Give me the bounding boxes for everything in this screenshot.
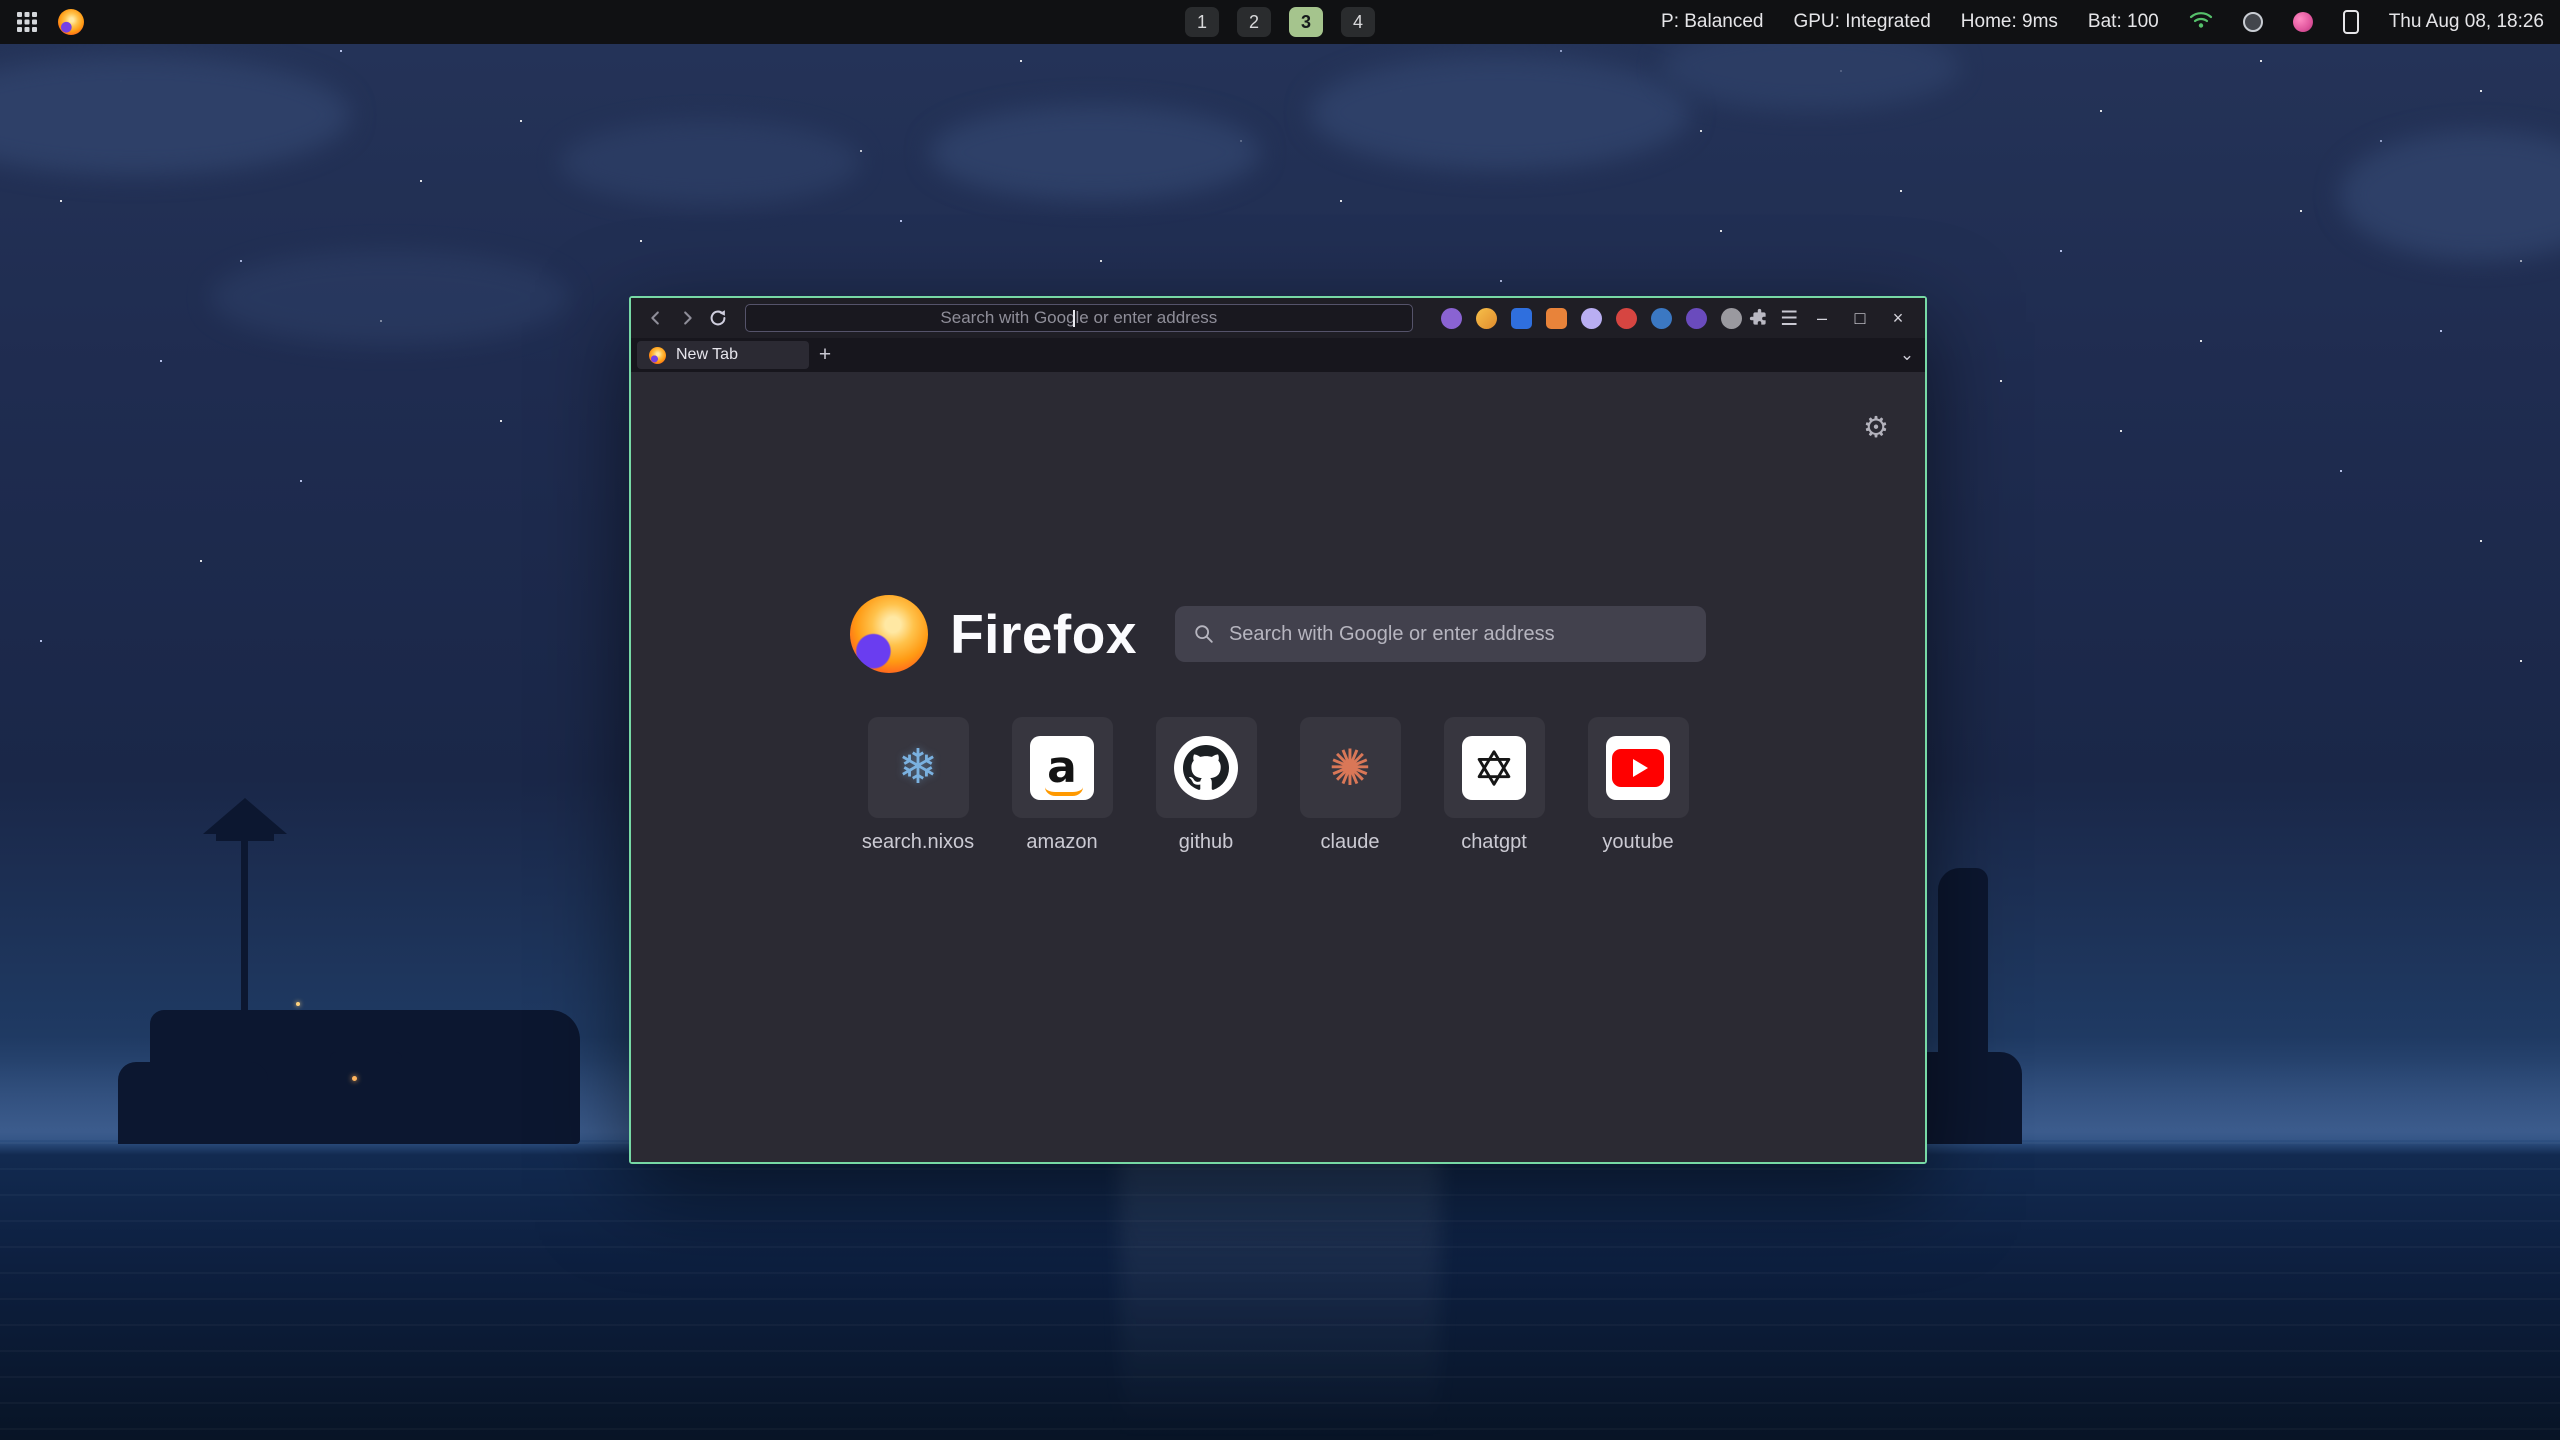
status-bar: 1 2 3 4 P: Balanced GPU: Integrated Home… xyxy=(0,0,2560,44)
extension-icon[interactable] xyxy=(1546,308,1567,329)
tile-card xyxy=(1588,717,1689,818)
firefox-icon xyxy=(58,9,84,35)
tile-label: github xyxy=(1179,831,1234,854)
youtube-play-icon xyxy=(1606,736,1670,800)
extension-icon[interactable] xyxy=(1651,308,1672,329)
status-bar-right: P: Balanced GPU: Integrated Home: 9ms Ba… xyxy=(1661,8,2544,36)
wifi-icon xyxy=(2189,8,2213,36)
shortcut-chatgpt[interactable]: chatgpt xyxy=(1444,717,1545,854)
firefox-logo xyxy=(850,595,928,673)
newtab-hero: Firefox Search with Google or enter addr… xyxy=(631,595,1925,673)
tile-card xyxy=(1156,717,1257,818)
tile-card: ❄ xyxy=(868,717,969,818)
workspace-4[interactable]: 4 xyxy=(1341,7,1375,37)
shortcut-youtube[interactable]: youtube xyxy=(1588,717,1689,854)
claude-starburst-icon: ✺ xyxy=(1329,743,1371,793)
url-bar-placeholder: Search with Google or enter address xyxy=(940,308,1217,328)
wallpaper-cloud xyxy=(1310,55,1690,170)
workspace-3[interactable]: 3 xyxy=(1289,7,1323,37)
water-reflection xyxy=(1120,1140,1440,1440)
nixos-snowflake-icon: ❄ xyxy=(898,744,938,792)
newtab-settings-gear-icon[interactable]: ⚙ xyxy=(1863,414,1889,443)
extension-icon[interactable] xyxy=(1721,308,1742,329)
extension-icon[interactable] xyxy=(1511,308,1532,329)
forward-button[interactable] xyxy=(674,304,699,332)
list-all-tabs-chevron-icon[interactable]: ⌄ xyxy=(1893,341,1921,369)
island-hut xyxy=(330,1052,402,1104)
latency-module: Home: 9ms xyxy=(1961,11,2058,33)
shortcut-search-nixos[interactable]: ❄ search.nixos xyxy=(868,717,969,854)
island-left-rock xyxy=(118,1062,268,1144)
reload-button[interactable] xyxy=(706,304,731,332)
new-tab-button[interactable]: + xyxy=(811,341,839,369)
shortcut-tiles: ❄ search.nixos a amazon xyxy=(631,717,1925,854)
tile-label: youtube xyxy=(1602,831,1673,854)
extension-toolbar xyxy=(1441,308,1742,329)
bluetooth-icon xyxy=(2243,12,2263,32)
back-arrow-icon xyxy=(645,307,667,329)
github-octocat-icon xyxy=(1174,736,1238,800)
text-caret xyxy=(1073,310,1075,327)
grid-icon xyxy=(16,11,38,33)
minimize-button[interactable]: – xyxy=(1807,303,1837,333)
workspace-1[interactable]: 1 xyxy=(1185,7,1219,37)
newtab-content: ⚙ Firefox Search with Google or enter ad… xyxy=(631,372,1925,1162)
watchtower-pole xyxy=(241,832,248,1022)
status-bar-left xyxy=(16,9,84,35)
shortcut-claude[interactable]: ✺ claude xyxy=(1300,717,1401,854)
wallpaper-cloud xyxy=(930,105,1260,200)
firefox-taskbar-icon[interactable] xyxy=(58,9,84,35)
search-icon xyxy=(1193,623,1215,645)
extension-icon[interactable] xyxy=(1616,308,1637,329)
tile-card: ✺ xyxy=(1300,717,1401,818)
extension-icon[interactable] xyxy=(1441,308,1462,329)
tile-label: chatgpt xyxy=(1461,831,1527,854)
shortcut-github[interactable]: github xyxy=(1156,717,1257,854)
gpu-module: GPU: Integrated xyxy=(1793,11,1930,33)
tile-label: search.nixos xyxy=(862,831,974,854)
extension-icon[interactable] xyxy=(1686,308,1707,329)
maximize-button[interactable]: □ xyxy=(1845,303,1875,333)
shortcut-amazon[interactable]: a amazon xyxy=(1012,717,1113,854)
newtab-search-input[interactable]: Search with Google or enter address xyxy=(1175,606,1706,662)
tile-card: a xyxy=(1012,717,1113,818)
wallpaper-cloud xyxy=(210,250,570,345)
workspace-switcher: 1 2 3 4 xyxy=(1185,0,1375,44)
back-button[interactable] xyxy=(643,304,668,332)
clock: Thu Aug 08, 18:26 xyxy=(2389,11,2544,33)
workspace-2[interactable]: 2 xyxy=(1237,7,1271,37)
tab-bar: New Tab + ⌄ xyxy=(631,338,1925,372)
amazon-icon: a xyxy=(1030,736,1094,800)
tab-new-tab[interactable]: New Tab xyxy=(637,341,809,369)
extension-icon[interactable] xyxy=(1476,308,1497,329)
extension-icon[interactable] xyxy=(1581,308,1602,329)
newtab-search-placeholder: Search with Google or enter address xyxy=(1229,623,1555,646)
app-launcher-icon[interactable] xyxy=(16,11,38,33)
firefox-wordmark: Firefox xyxy=(950,602,1137,666)
notification-dot-icon xyxy=(2293,12,2313,32)
pier-light xyxy=(296,1002,300,1006)
tile-label: amazon xyxy=(1026,831,1097,854)
tile-label: claude xyxy=(1321,831,1380,854)
tab-title: New Tab xyxy=(676,346,738,364)
watchtower-deck xyxy=(216,832,274,841)
power-profile-module: P: Balanced xyxy=(1661,11,1763,33)
battery-module: Bat: 100 xyxy=(2088,11,2159,33)
firefox-favicon-icon xyxy=(649,347,666,364)
hut-light xyxy=(352,1076,357,1081)
forward-arrow-icon xyxy=(676,307,698,329)
tile-card xyxy=(1444,717,1545,818)
hamburger-menu-icon[interactable]: ☰ xyxy=(1777,304,1801,332)
close-button[interactable]: × xyxy=(1883,303,1913,333)
window-controls: – □ × xyxy=(1807,303,1913,333)
chatgpt-knot-icon xyxy=(1462,736,1526,800)
extensions-puzzle-icon[interactable] xyxy=(1748,304,1772,332)
wallpaper-cloud xyxy=(560,120,860,205)
url-bar[interactable]: Search with Google or enter address xyxy=(745,304,1413,332)
reload-icon xyxy=(707,307,729,329)
navigation-toolbar: Search with Google or enter address ☰ – … xyxy=(631,298,1925,338)
tablet-icon xyxy=(2343,10,2359,34)
watchtower-roof xyxy=(203,798,287,834)
firefox-window: Search with Google or enter address ☰ – … xyxy=(629,296,1927,1164)
